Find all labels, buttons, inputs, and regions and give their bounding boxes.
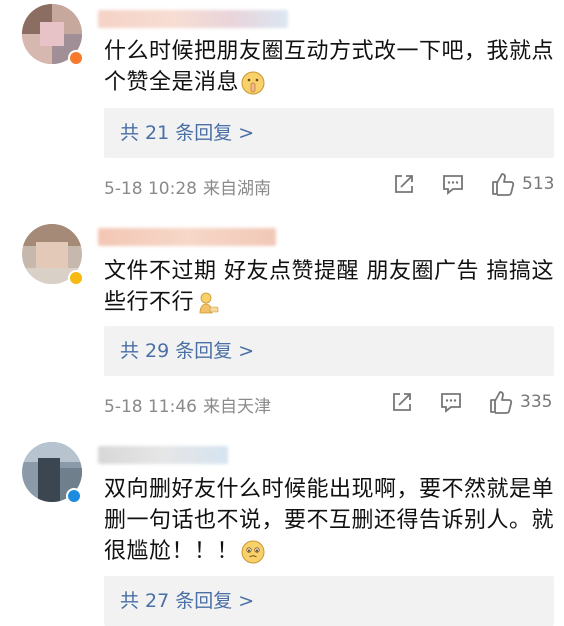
comment-text: 什么时候把朋友圈互动方式改一下吧，我就点个赞全是消息 xyxy=(104,36,554,98)
username-obscured[interactable] xyxy=(98,446,228,464)
comment-meta: 5-18 10:28 来自湖南 xyxy=(104,174,271,199)
share-button[interactable] xyxy=(390,390,414,416)
comment-meta: 5-18 11:46 来自天津 xyxy=(104,392,271,417)
share-icon xyxy=(395,175,413,193)
comment-text-body: 双向删好友什么时候能出现啊，要不然就是单删一句话也不说，要不互删还得告诉别人。就… xyxy=(104,477,555,564)
comment-text-body: 什么时候把朋友圈互动方式改一下吧，我就点个赞全是消息 xyxy=(104,39,555,95)
comment-text: 双向删好友什么时候能出现啊，要不然就是单删一句话也不说，要不互删还得告诉别人。就… xyxy=(104,474,554,567)
comment-location: 来自湖南 xyxy=(202,179,271,199)
reply-button[interactable] xyxy=(441,172,465,198)
verified-badge-icon xyxy=(66,488,82,504)
comment-text-body: 文件不过期 好友点赞提醒 朋友圈广告 搞搞这些行不行 xyxy=(104,259,554,315)
like-button[interactable] xyxy=(488,389,514,415)
comment-location: 来自天津 xyxy=(202,397,271,417)
comment-icon xyxy=(441,393,461,413)
like-count: 335 xyxy=(520,392,553,412)
comment-time: 5-18 10:28 xyxy=(104,179,197,199)
share-button[interactable] xyxy=(392,172,416,198)
view-replies-button[interactable]: 共 27 条回复 > xyxy=(104,576,554,626)
pleading-face-emoji xyxy=(241,540,265,564)
username-obscured[interactable] xyxy=(98,228,276,246)
view-replies-button[interactable]: 共 21 条回复 > xyxy=(104,108,554,158)
reply-button[interactable] xyxy=(439,390,463,416)
verified-badge-icon xyxy=(68,50,84,66)
verified-badge-icon xyxy=(68,270,84,286)
shushing-face-emoji xyxy=(241,71,265,95)
like-button[interactable] xyxy=(490,171,516,197)
comment-text: 文件不过期 好友点赞提醒 朋友圈广告 搞搞这些行不行 xyxy=(104,256,554,318)
like-count: 513 xyxy=(522,174,555,194)
username-obscured[interactable] xyxy=(98,10,288,28)
view-replies-button[interactable]: 共 29 条回复 > xyxy=(104,326,554,376)
thumbs-up-icon xyxy=(490,391,513,414)
thumbs-up-icon xyxy=(492,173,515,196)
comment-time: 5-18 11:46 xyxy=(104,397,197,417)
share-icon xyxy=(393,393,411,411)
sitting-figure-emoji xyxy=(199,292,219,314)
comment-icon xyxy=(443,175,463,195)
